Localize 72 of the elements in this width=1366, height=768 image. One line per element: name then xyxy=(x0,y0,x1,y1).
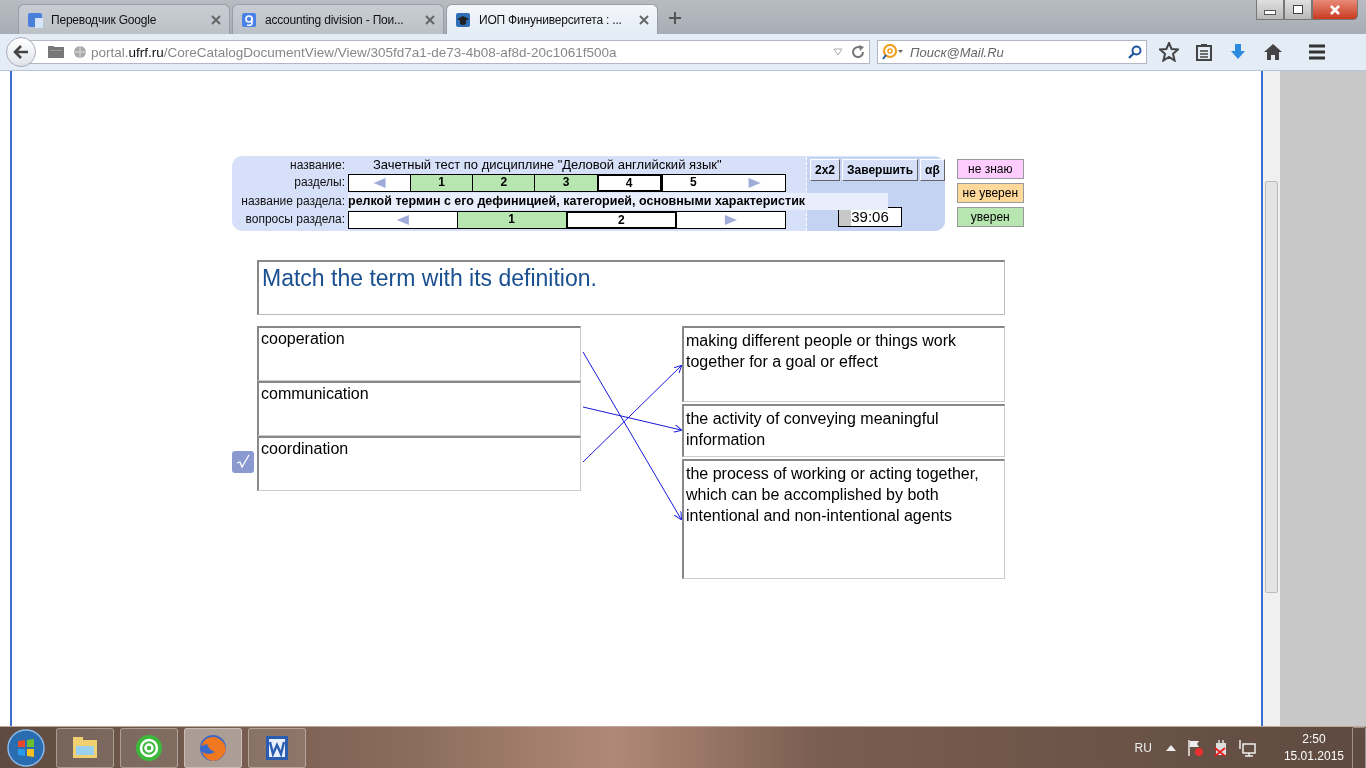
definition-box[interactable]: the process of working or acting together, which can be accomplished by both intentional and non-intentional agents xyxy=(682,459,1005,579)
home-icon[interactable] xyxy=(1263,43,1283,61)
confidence-button[interactable]: уверен xyxy=(956,207,1024,227)
confidence-button[interactable]: не знаю xyxy=(956,159,1024,179)
address-bar[interactable]: portal.ufrf.ru/CoreCatalogDocumentView/View/305fd7a1-de73-4b08-af8d-20c1061f500a xyxy=(30,40,870,64)
tab-favicon-icon xyxy=(455,11,471,28)
folder-icon xyxy=(47,45,65,59)
start-button-icon[interactable] xyxy=(6,728,46,768)
field-label: вопросы раздела: xyxy=(244,211,346,228)
section-tab[interactable]: 1 xyxy=(410,175,473,191)
tab-title: Переводчик Google xyxy=(51,12,158,27)
confidence-button[interactable]: не уверен xyxy=(956,183,1024,203)
back-arrow-icon xyxy=(13,45,29,59)
new-tab-icon[interactable] xyxy=(668,11,682,25)
close-icon[interactable] xyxy=(211,14,221,25)
field-label: разделы: xyxy=(293,174,346,191)
close-icon[interactable] xyxy=(639,14,649,25)
field-label: название: xyxy=(289,157,346,173)
browser-tab[interactable]: Переводчик Google xyxy=(18,4,230,34)
taskbar-app-button[interactable] xyxy=(248,728,306,768)
term-box[interactable]: coordination xyxy=(257,436,581,491)
url-text: portal.ufrf.ru/CoreCatalogDocumentView/View/305fd7a1-de73-4b08-af8d-20c1061f500a xyxy=(91,44,617,60)
definition-box[interactable]: making different people or things work together for a goal or effect xyxy=(682,326,1005,402)
monitor-icon[interactable] xyxy=(1237,739,1256,757)
tab-title: ИОП Финуниверситета : ... xyxy=(479,12,623,27)
minimize-button[interactable] xyxy=(1256,0,1284,20)
search-engine-icon[interactable] xyxy=(882,44,904,60)
toolbar-button[interactable]: αβ xyxy=(920,159,945,181)
restore-button[interactable] xyxy=(1284,0,1312,20)
definition-box[interactable]: the activity of conveying meaningful information xyxy=(682,404,1005,457)
close-icon xyxy=(1329,4,1341,15)
section-tab[interactable]: 2 xyxy=(472,175,535,191)
flag-icon[interactable] xyxy=(1185,739,1204,757)
question-text: Match the term with its definition. xyxy=(257,260,1005,315)
taskbar-app-button[interactable] xyxy=(184,728,242,768)
question-tab[interactable]: 2 xyxy=(565,211,678,229)
toolbar-button[interactable]: 2x2 xyxy=(810,159,841,181)
search-field[interactable]: Поиск@Mail.Ru xyxy=(877,40,1147,64)
clipboard-icon[interactable] xyxy=(1195,43,1213,61)
term-box[interactable]: communication xyxy=(257,381,581,436)
field-label: название раздела: xyxy=(240,193,346,210)
scrollbar-thumb[interactable] xyxy=(1265,181,1278,593)
tab-favicon-icon xyxy=(27,11,43,28)
browser-tab[interactable]: accounting division - Пои... xyxy=(232,4,444,34)
scrollbar[interactable] xyxy=(1263,71,1280,726)
show-desktop-button[interactable] xyxy=(1352,727,1366,768)
search-icon[interactable] xyxy=(1128,45,1142,59)
question-tab[interactable]: 1 xyxy=(456,212,566,228)
test-title: Зачетный тест по дисциплине "Деловой английский язык" xyxy=(372,157,723,173)
language-indicator[interactable]: RU xyxy=(1134,741,1152,755)
star-icon[interactable] xyxy=(1159,42,1179,62)
tab-favicon-icon xyxy=(241,11,257,28)
toolbar-button[interactable]: Завершить xyxy=(842,159,919,181)
section-tab[interactable]: 3 xyxy=(534,175,597,191)
section-title: релкой термин с его дефиницией, категорией, основными характеристик xyxy=(348,193,888,210)
taskbar-app-button[interactable] xyxy=(120,728,178,768)
back-button[interactable] xyxy=(6,37,36,67)
browser-tab[interactable]: ИОП Финуниверситета : ... xyxy=(446,4,658,34)
term-box[interactable]: cooperation xyxy=(257,326,581,381)
clock-date[interactable]: 15.01.2015 xyxy=(1283,748,1344,765)
fox-globe-icon xyxy=(197,732,229,764)
close-button[interactable] xyxy=(1312,0,1358,20)
tab-title: accounting division - Пои... xyxy=(265,12,405,27)
menu-icon[interactable] xyxy=(1307,43,1327,61)
close-icon[interactable] xyxy=(425,14,435,25)
up-triangle-icon[interactable] xyxy=(1165,745,1176,751)
section-tab[interactable]: 4 xyxy=(596,174,662,192)
clock-time[interactable]: 2:50 xyxy=(1283,731,1344,748)
download-arrow-icon[interactable] xyxy=(1229,43,1247,61)
globe-icon xyxy=(73,45,87,59)
taskbar-app-button[interactable] xyxy=(56,728,114,768)
reload-icon[interactable] xyxy=(851,45,865,59)
